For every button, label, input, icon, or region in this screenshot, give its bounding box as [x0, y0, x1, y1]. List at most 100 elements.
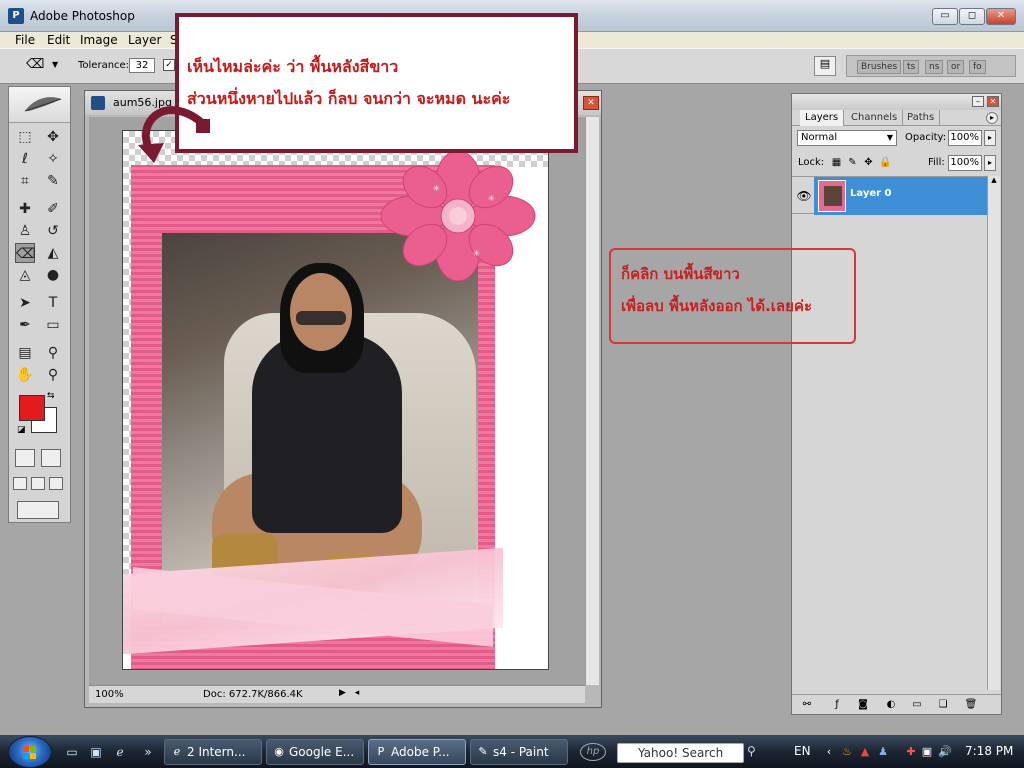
jump-to-imageready-button[interactable]	[17, 501, 59, 519]
default-colors-icon[interactable]: ◪	[17, 425, 26, 435]
layer-row[interactable]: 👁 Layer 0	[792, 176, 987, 215]
file-browser-icon[interactable]: ▤	[814, 56, 836, 76]
taskbar-item-paint[interactable]: ✎ s4 - Paint	[470, 739, 568, 765]
blur-tool-icon[interactable]: ◬	[15, 265, 35, 285]
swap-colors-icon[interactable]: ⇆	[47, 391, 55, 401]
trash-icon[interactable]: 🗑	[964, 698, 978, 712]
slice-tool-icon[interactable]: ✎	[43, 171, 63, 191]
chevron-down-icon[interactable]: ▼	[52, 60, 58, 69]
close-button[interactable]: ✕	[986, 8, 1016, 25]
language-indicator[interactable]: EN	[794, 744, 811, 758]
network-icon[interactable]: ▣	[920, 744, 934, 760]
hand-tool-icon[interactable]: ✋	[15, 365, 35, 385]
layer-style-icon[interactable]: ƒ	[830, 698, 844, 712]
taskbar-item-google-earth[interactable]: ◉ Google E...	[266, 739, 364, 765]
tab-channels[interactable]: Channels	[846, 110, 904, 126]
vertical-scrollbar[interactable]	[585, 117, 599, 685]
panel-menu-icon[interactable]: ▸	[986, 112, 998, 124]
adjustment-layer-icon[interactable]: ◐	[884, 698, 898, 712]
well-tab-info[interactable]: fo	[969, 60, 986, 74]
scroll-left-icon[interactable]: ◂	[355, 688, 360, 698]
lock-position-icon[interactable]: ✥	[862, 156, 875, 169]
canvas-area[interactable]: ✳ ✳ ✳	[89, 117, 585, 685]
lock-all-icon[interactable]: 🔒	[879, 156, 892, 169]
menu-image[interactable]: Image	[80, 32, 118, 48]
standard-mode-button[interactable]	[15, 449, 35, 467]
lasso-tool-icon[interactable]: ℓ	[15, 149, 35, 169]
safely-remove-icon[interactable]: ✚	[904, 744, 918, 760]
blend-mode-select[interactable]: Normal ▼	[797, 130, 897, 146]
minimize-button[interactable]: ▭	[932, 8, 958, 25]
antivirus-icon[interactable]: ▲	[858, 744, 872, 760]
panel-minimize-button[interactable]: –	[972, 96, 984, 107]
healing-brush-tool-icon[interactable]: ✚	[15, 199, 35, 219]
maximize-button[interactable]: ◻	[959, 8, 985, 25]
taskbar-item-photoshop[interactable]: P Adobe P...	[368, 739, 466, 765]
opacity-slider-button[interactable]: ▸	[984, 130, 996, 146]
marquee-tool-icon[interactable]: ⬚	[15, 127, 35, 147]
menu-edit[interactable]: Edit	[47, 32, 70, 48]
panel-close-button[interactable]: ✕	[987, 96, 999, 107]
zoom-tool-icon[interactable]: ⚲	[43, 365, 63, 385]
clone-stamp-tool-icon[interactable]: ♙	[15, 221, 35, 241]
taskbar-item-ie[interactable]: ℯ 2 Intern...	[164, 739, 262, 765]
fill-input[interactable]: 100%	[948, 155, 982, 171]
magic-wand-tool-icon[interactable]: ✧	[43, 149, 63, 169]
internet-explorer-icon[interactable]: ℯ	[112, 744, 128, 760]
lock-image-icon[interactable]: ✎	[846, 156, 859, 169]
brush-tool-icon[interactable]: ✐	[43, 199, 63, 219]
doc-size[interactable]: Doc: 672.7K/866.4K	[175, 688, 335, 702]
menu-layer[interactable]: Layer	[128, 32, 161, 48]
fill-slider-button[interactable]: ▸	[984, 155, 996, 171]
more-chevron-icon[interactable]: »	[140, 744, 156, 760]
opacity-input[interactable]: 100%	[948, 130, 982, 146]
layer-selected[interactable]: Layer 0	[814, 177, 987, 215]
horizontal-scrollbar[interactable]: ▶ ◂	[339, 688, 579, 702]
image-canvas[interactable]: ✳ ✳ ✳	[122, 130, 549, 670]
pen-tool-icon[interactable]: ✒	[15, 315, 35, 335]
move-tool-icon[interactable]: ✥	[43, 127, 63, 147]
type-tool-icon[interactable]: T	[43, 293, 63, 313]
quick-mask-button[interactable]	[41, 449, 61, 467]
screen-mode-standard-button[interactable]	[13, 477, 27, 490]
menu-file[interactable]: File	[15, 32, 35, 48]
shape-tool-icon[interactable]: ▭	[43, 315, 63, 335]
path-selection-tool-icon[interactable]: ➤	[15, 293, 35, 313]
volume-icon[interactable]: 🔊	[938, 744, 952, 760]
eyedropper-tool-icon[interactable]: ⚲	[43, 343, 63, 363]
messenger-icon[interactable]: ♟	[876, 744, 890, 760]
well-tab-color[interactable]: or	[947, 60, 965, 74]
tray-expand-icon[interactable]: ‹	[822, 744, 836, 760]
show-desktop-icon[interactable]: ▭	[64, 744, 80, 760]
new-group-icon[interactable]: ▭	[910, 698, 924, 712]
search-icon[interactable]: ⚲	[747, 744, 763, 760]
java-icon[interactable]: ♨	[840, 744, 854, 760]
start-button[interactable]	[8, 736, 52, 768]
layer-mask-icon[interactable]: ◙	[856, 698, 870, 712]
new-layer-icon[interactable]: ❏	[936, 698, 950, 712]
eraser-tool-icon[interactable]: ⌫	[15, 243, 36, 263]
notes-tool-icon[interactable]: ▤	[15, 343, 35, 363]
tab-layers[interactable]: Layers	[800, 110, 845, 126]
paint-bucket-tool-icon[interactable]: ◭	[43, 243, 63, 263]
zoom-level[interactable]: 100%	[95, 688, 141, 702]
antialias-checkbox[interactable]: ✓	[163, 59, 175, 71]
well-tab-comps[interactable]: ns	[925, 60, 944, 74]
dodge-tool-icon[interactable]: ●	[43, 265, 63, 285]
eye-icon[interactable]: 👁	[795, 187, 813, 205]
layers-scrollbar[interactable]: ▲	[987, 176, 1000, 690]
magic-eraser-icon[interactable]: ⌫	[26, 57, 48, 75]
document-close-button[interactable]: ✕	[583, 96, 599, 110]
screen-mode-full-menu-button[interactable]	[31, 477, 45, 490]
tolerance-input[interactable]: 32	[129, 58, 155, 73]
play-arrow-icon[interactable]: ▶	[339, 688, 346, 698]
well-tab-presets[interactable]: ts	[903, 60, 920, 74]
crop-tool-icon[interactable]: ⌗	[15, 171, 35, 191]
link-layers-icon[interactable]: ⚯	[800, 698, 814, 712]
tab-paths[interactable]: Paths	[902, 110, 941, 126]
layers-panel-titlebar[interactable]: – ✕	[792, 94, 1001, 110]
foreground-color-swatch[interactable]	[19, 395, 45, 421]
clock[interactable]: 7:18 PM	[965, 744, 1013, 758]
history-brush-tool-icon[interactable]: ↺	[43, 221, 63, 241]
switch-windows-icon[interactable]: ▣	[88, 744, 104, 760]
